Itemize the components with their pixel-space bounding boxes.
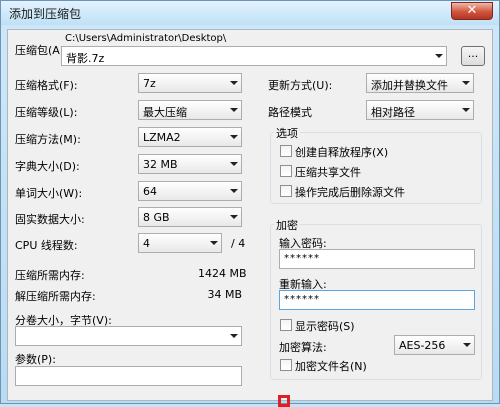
shared-files-label: 压缩共享文件: [295, 166, 361, 179]
enc-method-combo[interactable]: AES-256: [394, 335, 475, 355]
show-password-checkbox[interactable]: [280, 319, 292, 331]
mem-decompress-value: 34 MB: [207, 288, 242, 301]
update-label: 更新方式(U):: [268, 79, 333, 92]
threads-label: CPU 线程数:: [15, 239, 78, 252]
chevron-down-icon: [230, 162, 238, 166]
chevron-down-icon: [230, 334, 238, 338]
archive-path: C:\Users\Administrator\Desktop\: [65, 33, 227, 44]
word-combo[interactable]: 64: [138, 181, 242, 201]
chevron-down-icon: [462, 108, 470, 112]
format-value: 7z: [143, 77, 156, 90]
options-title: 选项: [274, 125, 300, 141]
delete-after-label: 操作完成后删除源文件: [295, 186, 405, 199]
encryption-title: 加密: [274, 217, 300, 233]
chevron-down-icon: [463, 343, 471, 347]
dialog-window: 添加到压缩包 ✕ 压缩包(A): C:\Users\Administrator\…: [0, 0, 500, 407]
word-value: 64: [143, 185, 157, 198]
browse-button[interactable]: ...: [461, 46, 485, 66]
dict-label: 字典大小(D):: [15, 160, 80, 173]
chevron-down-icon: [230, 215, 238, 219]
solid-combo[interactable]: 8 GB: [138, 207, 242, 227]
sfx-checkbox[interactable]: [280, 145, 292, 157]
archive-name-combo[interactable]: 背影.7z: [61, 46, 447, 66]
params-label: 参数(P):: [15, 353, 56, 366]
method-value: LZMA2: [143, 131, 181, 144]
path-mode-label: 路径模式: [268, 106, 312, 119]
solid-value: 8 GB: [143, 211, 170, 224]
reenter-value: ******: [284, 294, 320, 305]
chevron-down-icon: [462, 81, 470, 85]
encrypt-names-label: 加密文件名(N): [295, 360, 367, 373]
chevron-down-icon: [230, 135, 238, 139]
password-field[interactable]: ******: [279, 249, 475, 269]
chevron-down-icon: [230, 108, 238, 112]
mem-compress-label: 压缩所需内存:: [15, 269, 85, 282]
archive-label: 压缩包(A):: [15, 44, 68, 57]
chevron-down-icon: [230, 189, 238, 193]
sfx-label: 创建自释放程序(X): [295, 146, 389, 159]
level-combo[interactable]: 最大压缩: [138, 100, 242, 120]
split-combo[interactable]: [15, 326, 242, 346]
window-title: 添加到压缩包: [9, 7, 82, 21]
mem-compress-value: 1424 MB: [198, 267, 247, 280]
enc-method-label: 加密算法:: [279, 341, 327, 354]
path-mode-value: 相对路径: [371, 106, 415, 119]
chevron-down-icon: [210, 241, 218, 245]
mem-decompress-label: 解压缩所需内存:: [15, 290, 96, 303]
dict-value: 32 MB: [143, 158, 178, 171]
highlight-marker: [278, 395, 290, 407]
archive-name-value: 背影.7z: [66, 52, 105, 65]
threads-combo[interactable]: 4: [138, 233, 222, 253]
chevron-down-icon: [230, 81, 238, 85]
solid-label: 固实数据大小:: [15, 213, 85, 226]
format-label: 压缩格式(F):: [15, 79, 78, 92]
method-combo[interactable]: LZMA2: [138, 127, 242, 147]
path-mode-combo[interactable]: 相对路径: [366, 100, 474, 120]
close-button[interactable]: ✕: [451, 2, 493, 20]
level-label: 压缩等级(L):: [15, 106, 78, 119]
method-label: 压缩方法(M):: [15, 133, 81, 146]
threads-total: / 4: [231, 237, 246, 250]
word-label: 单词大小(W):: [15, 187, 83, 200]
password-value: ******: [284, 253, 320, 264]
title-bar[interactable]: 添加到压缩包 ✕: [1, 1, 499, 25]
update-value: 添加并替换文件: [371, 79, 448, 92]
update-combo[interactable]: 添加并替换文件: [366, 73, 474, 93]
close-icon: ✕: [466, 3, 478, 18]
encrypt-names-checkbox[interactable]: [280, 359, 292, 371]
threads-value: 4: [143, 237, 150, 250]
reenter-password-field[interactable]: ******: [279, 290, 475, 310]
shared-files-checkbox[interactable]: [280, 165, 292, 177]
delete-after-checkbox[interactable]: [280, 185, 292, 197]
format-combo[interactable]: 7z: [138, 73, 242, 93]
chevron-down-icon: [435, 54, 443, 58]
level-value: 最大压缩: [143, 106, 187, 119]
params-input[interactable]: [15, 366, 242, 386]
dict-combo[interactable]: 32 MB: [138, 154, 242, 174]
show-password-label: 显示密码(S): [295, 320, 355, 333]
dialog-body: 压缩包(A): C:\Users\Administrator\Desktop\ …: [7, 29, 493, 407]
enc-method-value: AES-256: [399, 339, 446, 352]
